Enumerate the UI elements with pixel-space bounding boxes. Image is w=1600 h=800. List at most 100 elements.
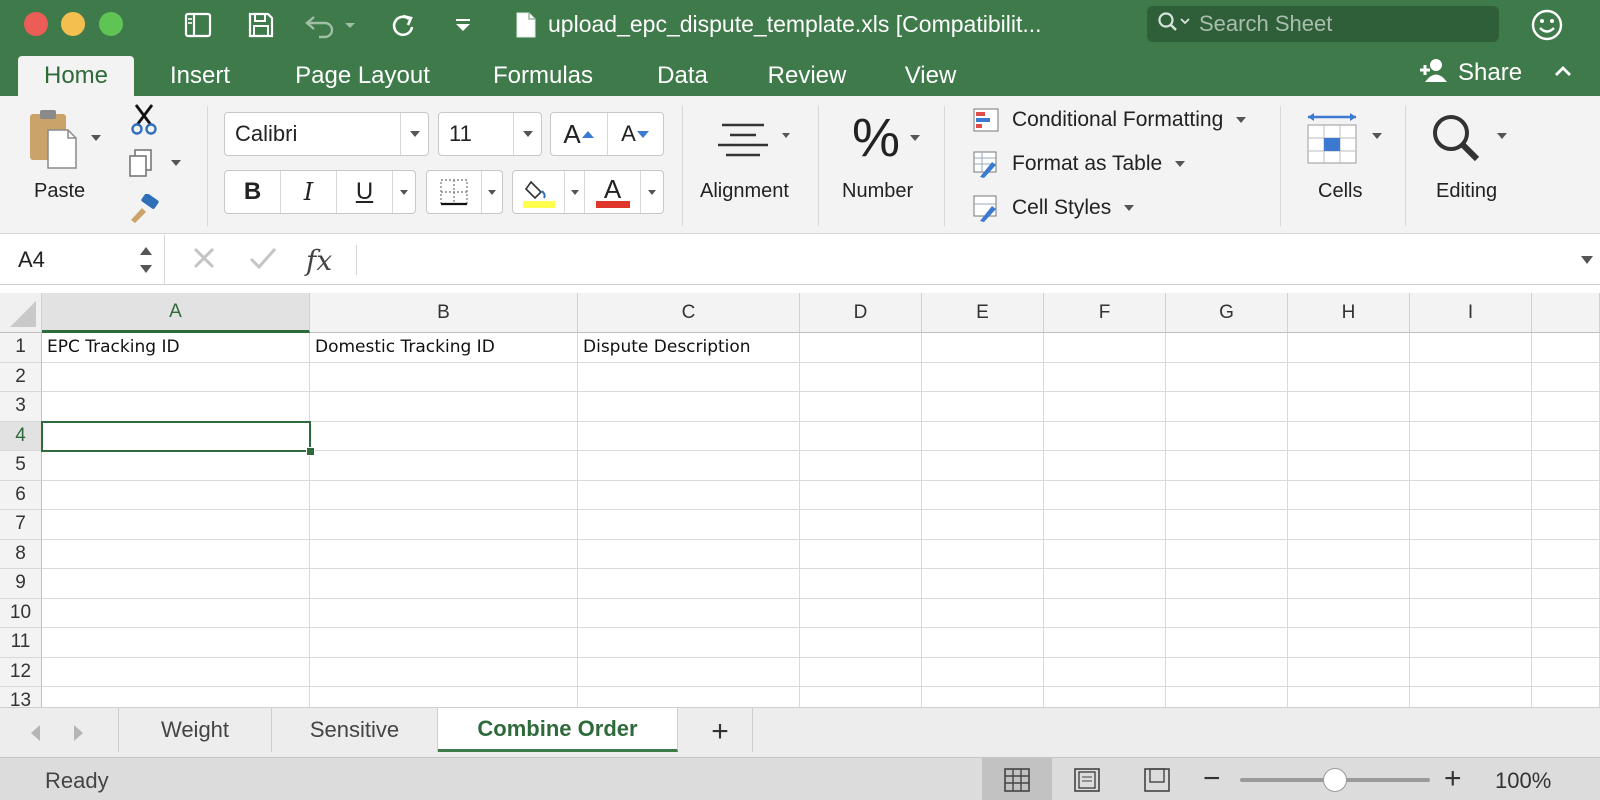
cells-button[interactable] bbox=[1300, 108, 1390, 170]
cell-h10[interactable] bbox=[1288, 598, 1410, 628]
column-header-c[interactable]: C bbox=[578, 293, 800, 333]
cell-partial-column[interactable] bbox=[1532, 333, 1600, 363]
cell-b6[interactable] bbox=[310, 480, 578, 510]
cell-i11[interactable] bbox=[1410, 628, 1532, 658]
customize-toolbar-icon[interactable] bbox=[450, 8, 476, 42]
expand-formula-bar-chevron-down-icon[interactable] bbox=[1580, 253, 1594, 271]
cell-i13[interactable] bbox=[1410, 687, 1532, 707]
cell-d4[interactable] bbox=[800, 421, 922, 451]
cell-h12[interactable] bbox=[1288, 657, 1410, 687]
tab-home[interactable]: Home bbox=[18, 56, 134, 96]
cell-d5[interactable] bbox=[800, 451, 922, 481]
cell-partial-column[interactable] bbox=[1532, 687, 1600, 707]
row-header-10[interactable]: 10 bbox=[0, 598, 42, 628]
cell-b11[interactable] bbox=[310, 628, 578, 658]
cell-d6[interactable] bbox=[800, 480, 922, 510]
normal-view-button[interactable] bbox=[982, 758, 1052, 800]
maximize-window-button[interactable] bbox=[99, 12, 123, 36]
cell-i5[interactable] bbox=[1410, 451, 1532, 481]
font-name-chevron-down-icon[interactable] bbox=[400, 113, 428, 155]
zoom-slider-thumb[interactable] bbox=[1323, 768, 1347, 792]
tab-formulas[interactable]: Formulas bbox=[478, 56, 608, 96]
cell-e5[interactable] bbox=[922, 451, 1044, 481]
name-box-stepper-icon[interactable] bbox=[138, 245, 154, 280]
cell-h6[interactable] bbox=[1288, 480, 1410, 510]
cell-f9[interactable] bbox=[1044, 569, 1166, 599]
feedback-smiley-icon[interactable] bbox=[1530, 8, 1564, 47]
cell-a7[interactable] bbox=[42, 510, 310, 540]
row-header-8[interactable]: 8 bbox=[0, 539, 42, 569]
borders-icon[interactable] bbox=[427, 171, 482, 213]
cell-partial-column[interactable] bbox=[1532, 451, 1600, 481]
row-header-9[interactable]: 9 bbox=[0, 569, 42, 599]
cell-h8[interactable] bbox=[1288, 539, 1410, 569]
cell-d7[interactable] bbox=[800, 510, 922, 540]
zoom-level[interactable]: 100% bbox=[1495, 768, 1551, 794]
cell-c9[interactable] bbox=[578, 569, 800, 599]
cell-f12[interactable] bbox=[1044, 657, 1166, 687]
cell-i4[interactable] bbox=[1410, 421, 1532, 451]
cell-a3[interactable] bbox=[42, 392, 310, 422]
cell-a10[interactable] bbox=[42, 598, 310, 628]
cell-a12[interactable] bbox=[42, 657, 310, 687]
zoom-out-minus-icon[interactable]: − bbox=[1203, 762, 1221, 796]
cell-i9[interactable] bbox=[1410, 569, 1532, 599]
cell-partial-column[interactable] bbox=[1532, 657, 1600, 687]
cell-b10[interactable] bbox=[310, 598, 578, 628]
cell-f6[interactable] bbox=[1044, 480, 1166, 510]
column-header-g[interactable]: G bbox=[1166, 293, 1288, 333]
tab-insert[interactable]: Insert bbox=[150, 56, 250, 96]
column-header-h[interactable]: H bbox=[1288, 293, 1410, 333]
undo-icon[interactable] bbox=[300, 8, 360, 42]
name-box-input[interactable] bbox=[0, 247, 130, 273]
cell-e11[interactable] bbox=[922, 628, 1044, 658]
row-header-12[interactable]: 12 bbox=[0, 657, 42, 687]
cell-a1[interactable]: EPC Tracking ID bbox=[42, 333, 310, 363]
cell-f13[interactable] bbox=[1044, 687, 1166, 707]
cell-c3[interactable] bbox=[578, 392, 800, 422]
cell-partial-column[interactable] bbox=[1532, 569, 1600, 599]
font-name-combo[interactable] bbox=[224, 112, 429, 156]
row-header-13[interactable]: 13 bbox=[0, 687, 42, 707]
cell-c10[interactable] bbox=[578, 598, 800, 628]
redo-icon[interactable] bbox=[386, 8, 420, 42]
cell-i6[interactable] bbox=[1410, 480, 1532, 510]
cell-a13[interactable] bbox=[42, 687, 310, 707]
cell-i2[interactable] bbox=[1410, 362, 1532, 392]
cell-d9[interactable] bbox=[800, 569, 922, 599]
cell-d1[interactable] bbox=[800, 333, 922, 363]
cell-a6[interactable] bbox=[42, 480, 310, 510]
cell-b9[interactable] bbox=[310, 569, 578, 599]
underline-chevron-down-icon[interactable] bbox=[393, 171, 415, 213]
cell-d2[interactable] bbox=[800, 362, 922, 392]
borders-chevron-down-icon[interactable] bbox=[482, 171, 502, 213]
sidebar-toggle-icon[interactable] bbox=[180, 8, 216, 42]
cell-partial-column[interactable] bbox=[1532, 362, 1600, 392]
fill-color-button[interactable] bbox=[513, 171, 565, 213]
cell-e4[interactable] bbox=[922, 421, 1044, 451]
sheet-tab-combine-order[interactable]: Combine Order bbox=[438, 708, 678, 752]
cell-d13[interactable] bbox=[800, 687, 922, 707]
tab-data[interactable]: Data bbox=[640, 56, 725, 96]
collapse-ribbon-chevron-icon[interactable] bbox=[1552, 60, 1574, 87]
row-header-3[interactable]: 3 bbox=[0, 392, 42, 422]
cell-partial-column[interactable] bbox=[1532, 598, 1600, 628]
next-sheet-chevron-right-icon[interactable] bbox=[68, 720, 90, 746]
cell-f7[interactable] bbox=[1044, 510, 1166, 540]
paste-options-chevron-icon[interactable] bbox=[88, 130, 104, 146]
page-break-view-button[interactable] bbox=[1122, 758, 1192, 800]
cell-i3[interactable] bbox=[1410, 392, 1532, 422]
cell-c6[interactable] bbox=[578, 480, 800, 510]
cell-g7[interactable] bbox=[1166, 510, 1288, 540]
row-header-7[interactable]: 7 bbox=[0, 510, 42, 540]
cell-b12[interactable] bbox=[310, 657, 578, 687]
cell-h3[interactable] bbox=[1288, 392, 1410, 422]
cell-partial-column[interactable] bbox=[1532, 510, 1600, 540]
cell-h11[interactable] bbox=[1288, 628, 1410, 658]
row-header-1[interactable]: 1 bbox=[0, 333, 42, 363]
cell-partial-column[interactable] bbox=[1532, 392, 1600, 422]
increase-font-size-button[interactable]: A bbox=[551, 113, 608, 155]
cell-h13[interactable] bbox=[1288, 687, 1410, 707]
cell-a9[interactable] bbox=[42, 569, 310, 599]
font-color-chevron-down-icon[interactable] bbox=[641, 171, 663, 213]
